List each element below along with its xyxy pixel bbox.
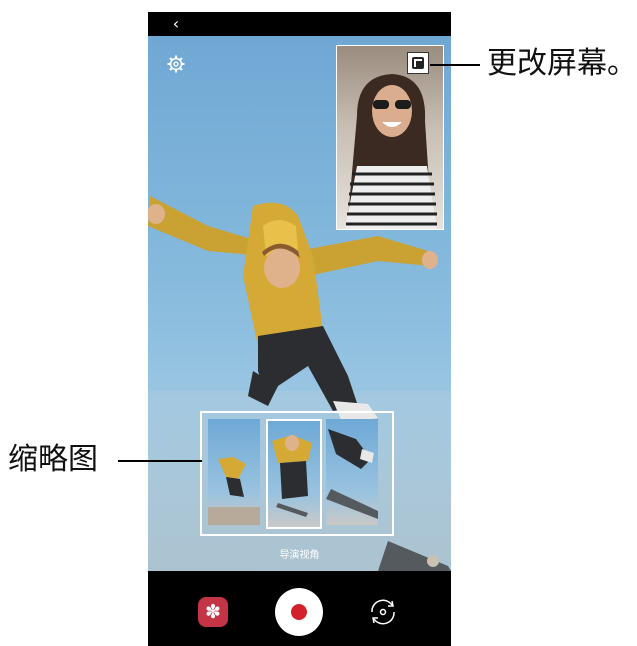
mode-label: 导演视角 xyxy=(279,550,320,561)
phone-screen: ‹ 导演视角 ✽ xyxy=(148,12,451,646)
record-icon xyxy=(291,604,307,620)
thumbnail-rear-camera[interactable] xyxy=(208,419,260,525)
status-bar: ‹ xyxy=(148,12,451,36)
chevron-left-icon: ‹ xyxy=(172,14,180,33)
switch-camera-button[interactable] xyxy=(366,595,400,629)
change-screen-button[interactable] xyxy=(407,52,429,74)
camera-controls: ✽ xyxy=(148,571,451,646)
callout-line-thumbnails xyxy=(118,460,202,462)
thumbnail-image xyxy=(326,429,378,519)
settings-button[interactable] xyxy=(166,54,186,74)
record-button[interactable] xyxy=(275,588,323,636)
callout-line-change-screen xyxy=(430,64,480,66)
callout-change-screen: 更改屏幕。 xyxy=(487,46,637,81)
camera-viewfinder[interactable]: 导演视角 xyxy=(148,36,451,571)
back-button[interactable]: ‹ xyxy=(166,14,186,34)
thumbnail-zoom[interactable] xyxy=(266,419,322,529)
thumbnail-image xyxy=(272,435,312,517)
gear-icon xyxy=(167,55,185,73)
callout-thumbnails: 缩略图 xyxy=(8,442,98,477)
thumbnail-strip xyxy=(200,411,394,536)
effects-button[interactable]: ✽ xyxy=(198,597,228,627)
switch-camera-icon xyxy=(371,599,395,625)
flower-effects-icon: ✽ xyxy=(205,601,221,623)
thumbnail-image xyxy=(208,457,260,525)
thumbnail-wide[interactable] xyxy=(326,419,378,525)
